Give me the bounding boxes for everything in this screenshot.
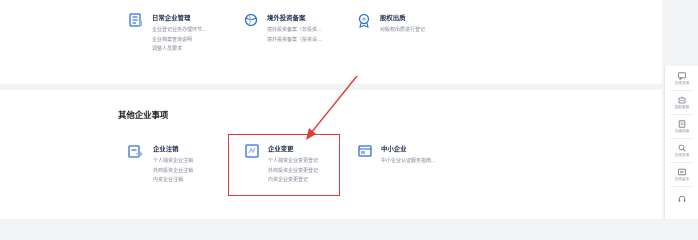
book-icon (678, 120, 686, 128)
rail-button-guide[interactable]: 办事指南 (665, 116, 698, 138)
service-link[interactable]: 中小企业认证服务指南... (381, 157, 436, 167)
service-link[interactable]: 境外投资备案（投资设... (267, 36, 322, 46)
globe-icon (243, 12, 259, 28)
service-link[interactable]: 调整人员要求 (152, 45, 207, 55)
rail-button-assistant[interactable]: 智能客服 (665, 92, 698, 114)
sme-icon (357, 143, 373, 159)
rail-button-message[interactable]: 在线留言 (665, 164, 698, 186)
robot-icon (678, 96, 686, 104)
equity-icon (356, 12, 372, 28)
section-title: 其他企业事项 (118, 110, 169, 120)
service-title: 企业注销 (153, 145, 179, 153)
service-link[interactable]: 企业档案查询说明 (152, 36, 207, 46)
service-link[interactable]: 企业登记业务办理环节... (152, 26, 207, 36)
headset-icon (678, 195, 686, 203)
service-link[interactable]: 内资企业注销 (153, 176, 193, 186)
chat-icon (678, 72, 686, 80)
rail-label: 智能客服 (674, 105, 690, 109)
rail-divider (670, 186, 694, 187)
rail-button-query[interactable]: 在线查询 (665, 140, 698, 162)
service-title: 境外投资备案 (267, 14, 306, 22)
deregister-icon (127, 143, 143, 159)
service-title: 日常企业管理 (152, 14, 191, 22)
service-link[interactable]: 对股权出质进行登记 (380, 26, 425, 36)
rail-label: 办事指南 (674, 129, 690, 133)
service-title: 中小企业 (381, 145, 407, 153)
rail-button-consult[interactable]: 在线咨询 (665, 68, 698, 90)
rail-divider (670, 138, 694, 139)
service-title: 股权出质 (380, 14, 406, 22)
service-link[interactable]: 个人独资企业注销 (153, 157, 193, 167)
top-services-panel: 日常企业管理 企业登记业务办理环节... 企业档案查询说明 调整人员要求 境外投… (0, 0, 662, 84)
rail-label: 在线查询 (674, 153, 690, 157)
service-link[interactable]: 外商投资企业注销 (153, 167, 193, 177)
highlight-box (228, 134, 340, 196)
search-icon (678, 144, 686, 152)
rail-label: 在线留言 (674, 177, 690, 181)
building-icon (128, 12, 144, 28)
rail-divider (670, 90, 694, 91)
side-toolbar: 在线咨询 智能客服 办事指南 在线查询 在线留言 (664, 66, 698, 219)
rail-button-service[interactable] (665, 188, 698, 210)
service-link[interactable]: 境外投资备案（非投资... (267, 26, 322, 36)
message-icon (678, 168, 686, 176)
rail-label: 在线咨询 (674, 81, 690, 85)
rail-divider (670, 114, 694, 115)
rail-divider (670, 162, 694, 163)
